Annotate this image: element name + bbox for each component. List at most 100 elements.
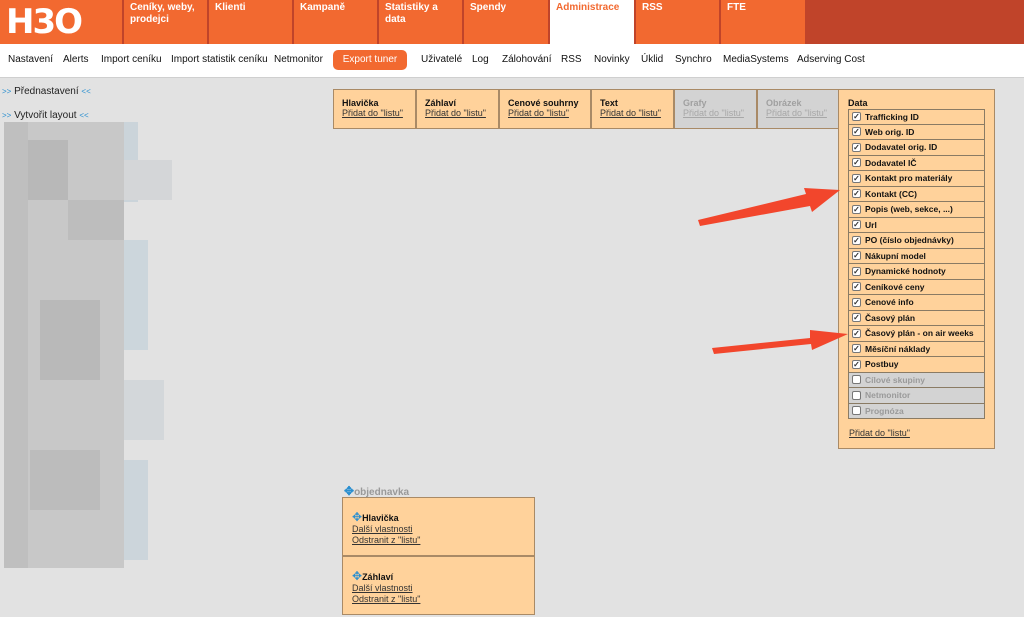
remove-from-list-link[interactable]: Odstranit z "listu" — [352, 535, 534, 546]
data-item[interactable]: ✓ Ceníkové ceny — [848, 279, 985, 295]
subnav-import-statistik[interactable]: Import statistik ceníku — [171, 54, 268, 65]
data-item[interactable]: ✓ Postbuy — [848, 357, 985, 373]
add-to-list-link[interactable]: Přidat do "listu" — [342, 108, 415, 118]
tab-statistiky[interactable]: Statistiky a data — [379, 0, 462, 44]
data-item[interactable]: ✓ Trafficking ID — [848, 109, 985, 125]
subnav-novinky[interactable]: Novinky — [594, 54, 630, 65]
data-item-label: Dodavatel IČ — [865, 157, 917, 168]
checkbox-checked-icon[interactable]: ✓ — [852, 204, 861, 214]
subnav-synchro[interactable]: Synchro — [675, 54, 712, 65]
checkbox-checked-icon[interactable]: ✓ — [852, 127, 861, 137]
create-layout-link[interactable]: >> Vytvořit layout << — [2, 110, 89, 121]
tab-spendy[interactable]: Spendy — [464, 0, 548, 44]
data-item[interactable]: ✓ Dodavatel IČ — [848, 155, 985, 171]
move-icon[interactable]: ✥ — [352, 569, 362, 583]
data-item[interactable]: ✓ Popis (web, sekce, ...) — [848, 202, 985, 218]
blurred-content — [124, 240, 148, 350]
block-title: Grafy — [683, 98, 707, 108]
data-panel: Data ✓ Trafficking ID ✓ Web orig. ID ✓ Dodava… — [838, 89, 995, 449]
add-to-list-link[interactable]: Přidat do "listu" — [600, 108, 673, 118]
move-icon[interactable]: ✥ — [352, 510, 362, 524]
checkbox-checked-icon[interactable]: ✓ — [852, 189, 861, 199]
data-item[interactable]: ✓ Kontakt (CC) — [848, 186, 985, 202]
preset-label: Přednastavení — [14, 86, 79, 97]
data-item[interactable]: Prognóza — [848, 403, 985, 419]
subnav-import-ceniku[interactable]: Import ceníku — [101, 54, 162, 65]
tab-kampane[interactable]: Kampaně — [294, 0, 377, 44]
subnav-rss[interactable]: RSS — [561, 54, 582, 65]
add-to-list-link: Přidat do "listu" — [683, 108, 744, 118]
subnav-mediasystems[interactable]: MediaSystems — [723, 54, 789, 65]
data-item[interactable]: ✓ Web orig. ID — [848, 124, 985, 140]
data-item[interactable]: ✓ Cenové info — [848, 295, 985, 311]
logo[interactable]: H3O — [0, 0, 122, 44]
checkbox-checked-icon[interactable]: ✓ — [852, 266, 861, 276]
data-item-label: Časový plán — [865, 312, 916, 323]
tab-klienti[interactable]: Klienti — [209, 0, 292, 44]
data-item-label: Web orig. ID — [865, 126, 915, 137]
layout-item-title: Hlavička — [362, 513, 399, 523]
checkbox-checked-icon[interactable]: ✓ — [852, 173, 861, 183]
checkbox-checked-icon[interactable]: ✓ — [852, 235, 861, 245]
blurred-content — [124, 380, 164, 440]
tab-rss[interactable]: RSS — [636, 0, 719, 44]
data-item[interactable]: ✓ Časový plán - on air weeks — [848, 326, 985, 342]
data-item-label: Trafficking ID — [865, 111, 919, 122]
add-to-list-link[interactable]: Přidat do "listu" — [508, 108, 590, 118]
data-item[interactable]: ✓ Časový plán — [848, 310, 985, 326]
block-zahlavi: Záhlaví Přidat do "listu" — [416, 89, 499, 129]
data-item-label: PO (číslo objednávky) — [865, 235, 954, 246]
checkbox-checked-icon[interactable]: ✓ — [852, 251, 861, 261]
tab-ceniky[interactable]: Ceníky, weby, prodejci — [124, 0, 207, 44]
add-to-list-link[interactable]: Přidat do "listu" — [849, 428, 910, 438]
subnav-adserving-cost[interactable]: Adserving Cost — [797, 54, 865, 65]
checkbox-checked-icon[interactable]: ✓ — [852, 297, 861, 307]
annotation-arrow-icon — [698, 188, 840, 226]
data-item[interactable]: ✓ PO (číslo objednávky) — [848, 233, 985, 249]
checkbox-checked-icon[interactable]: ✓ — [852, 158, 861, 168]
subnav-zalohovani[interactable]: Zálohování — [502, 54, 551, 65]
data-item-label: Cenové info — [865, 297, 914, 308]
remove-from-list-link[interactable]: Odstranit z "listu" — [352, 594, 534, 605]
data-item[interactable]: Netmonitor — [848, 388, 985, 404]
properties-link[interactable]: Další vlastnosti — [352, 524, 534, 535]
subnav-uklid[interactable]: Úklid — [641, 54, 663, 65]
subnav-alerts[interactable]: Alerts — [63, 54, 89, 65]
checkbox-checked-icon[interactable]: ✓ — [852, 282, 861, 292]
data-item[interactable]: ✓ Dynamické hodnoty — [848, 264, 985, 280]
data-item[interactable]: ✓ Dodavatel orig. ID — [848, 140, 985, 156]
checkbox-unchecked-icon[interactable] — [852, 406, 861, 416]
subnav-log[interactable]: Log — [472, 54, 489, 65]
blurred-content — [124, 460, 148, 560]
subnav-netmonitor[interactable]: Netmonitor — [274, 54, 323, 65]
data-item[interactable]: Cílové skupiny — [848, 372, 985, 388]
block-grafy: Grafy Přidat do "listu" — [674, 89, 757, 129]
subnav-nastaveni[interactable]: Nastavení — [8, 54, 53, 65]
move-icon: ✥ — [344, 484, 355, 498]
checkbox-unchecked-icon[interactable] — [852, 375, 861, 385]
layout-name[interactable]: ✥objednavka — [344, 484, 409, 498]
data-item-label: Ceníkové ceny — [865, 281, 925, 292]
block-cenove-souhrny: Cenové souhrny Přidat do "listu" — [499, 89, 591, 129]
properties-link[interactable]: Další vlastnosti — [352, 583, 534, 594]
checkbox-checked-icon[interactable]: ✓ — [852, 220, 861, 230]
data-item[interactable]: ✓ Url — [848, 217, 985, 233]
tab-fte[interactable]: FTE — [721, 0, 805, 44]
checkbox-checked-icon[interactable]: ✓ — [852, 359, 861, 369]
data-item[interactable]: ✓ Kontakt pro materiály — [848, 171, 985, 187]
subnav-uzivatele[interactable]: Uživatelé — [421, 54, 462, 65]
blurred-content — [30, 450, 100, 510]
add-to-list-link[interactable]: Přidat do "listu" — [425, 108, 498, 118]
data-item-label: Kontakt (CC) — [865, 188, 917, 199]
annotation-arrow-icon — [712, 330, 848, 354]
tab-administrace[interactable]: Administrace — [550, 0, 634, 44]
checkbox-unchecked-icon[interactable] — [852, 390, 861, 400]
data-item[interactable]: ✓ Nákupní model — [848, 248, 985, 264]
layout-item-title: Záhlaví — [362, 572, 394, 582]
checkbox-checked-icon[interactable]: ✓ — [852, 112, 861, 122]
export-tuner-button[interactable]: Export tuner — [333, 50, 407, 70]
checkbox-checked-icon[interactable]: ✓ — [852, 142, 861, 152]
data-item[interactable]: ✓ Měsíční náklady — [848, 341, 985, 357]
preset-link[interactable]: >> Přednastavení << — [2, 86, 91, 97]
data-item-label: Nákupní model — [865, 250, 926, 261]
